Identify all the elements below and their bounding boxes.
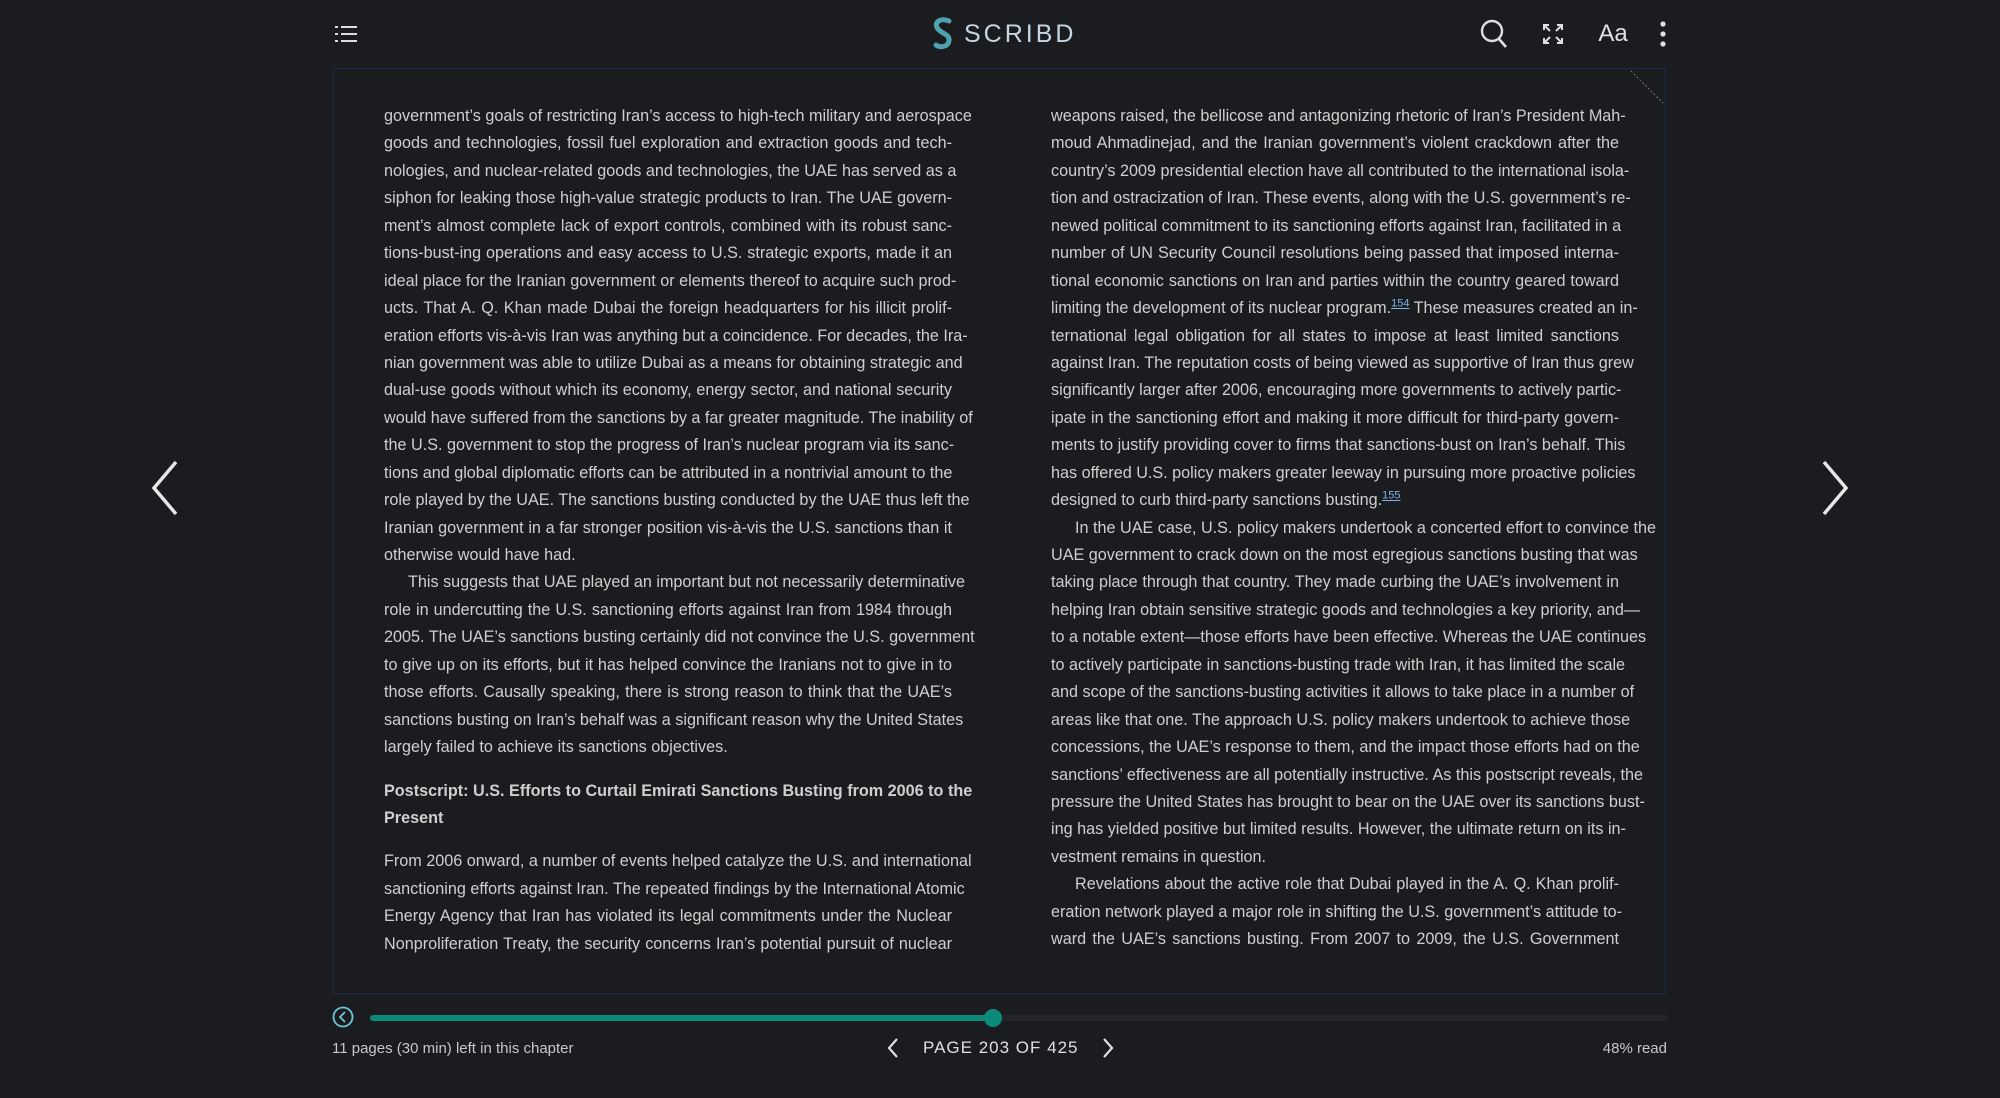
section-heading-line: Present (384, 808, 444, 827)
text-line: ipate in the sanctioning effort and maki… (1051, 408, 1619, 427)
fullscreen-button[interactable] (1542, 18, 1564, 50)
progress-handle[interactable] (984, 1009, 1003, 1027)
text-segment: limiting the development of its nuclear … (1051, 299, 1392, 318)
text-line: Energy Agency that Iran has violated its… (384, 907, 952, 926)
percent-read: 48% read (1602, 1040, 1667, 1057)
page-corner-fold[interactable] (1629, 69, 1665, 105)
more-options-button[interactable] (1656, 18, 1670, 50)
font-settings-button[interactable]: Aa (1598, 18, 1628, 50)
text-line: This suggests that UAE played an importa… (408, 573, 965, 592)
text-line: limiting the development of its nuclear … (1051, 295, 1638, 322)
text-line: to a notable extent—those efforts have b… (1051, 628, 1647, 647)
text-line: ing has yielded positive but limited res… (1051, 820, 1626, 839)
fullscreen-icon (1543, 24, 1563, 44)
progress-slider[interactable] (370, 1009, 1668, 1027)
text-line: nologies, and nuclear-related goods and … (384, 161, 957, 180)
text-line: Iranian government in a far stronger pos… (384, 518, 952, 537)
scribd-s-icon (933, 17, 952, 50)
section-heading-line: Postscript: U.S. Efforts to Curtail Emir… (384, 781, 973, 800)
back-to-location-button[interactable] (332, 1006, 354, 1028)
page-navigator: PAGE 203 OF 425 (885, 1037, 1116, 1059)
text-line: concessions, the UAE’s response to them,… (1051, 738, 1640, 757)
right-text-column: weapons raised, the bellicose and antago… (1051, 103, 1656, 954)
table-of-contents-icon[interactable] (335, 24, 357, 44)
text-line: government’s goals of restricting Iran’s… (384, 107, 972, 125)
text-line: areas like that one. The approach U.S. p… (1051, 710, 1631, 729)
text-line: ment’s almost complete lack of export co… (384, 216, 952, 235)
text-line: otherwise would have had. (384, 546, 576, 564)
text-line: ments to justify providing cover to firm… (1051, 436, 1626, 455)
text-line: to actively participate in sanctions-bus… (1051, 655, 1626, 674)
text-line: taking place through that country. They … (1051, 573, 1619, 592)
text-line: sanctioning efforts against Iran. The re… (384, 879, 965, 898)
text-line: dual-use goods without which its economy… (384, 381, 952, 400)
text-line: those efforts. Causally speaking, there … (384, 683, 952, 702)
text-line: In the UAE case, U.S. policy makers unde… (1075, 518, 1656, 537)
font-settings-icon: Aa (1598, 20, 1628, 47)
text-line: tion and ostracization of Iran. These ev… (1051, 189, 1631, 208)
text-line: ucts. That A. Q. Khan made Dubai the for… (384, 299, 952, 318)
text-line: From 2006 onward, a number of events hel… (384, 852, 972, 871)
left-text-column: government’s goals of restricting Iran’s… (384, 103, 975, 958)
footnote-link[interactable]: 154 (1391, 298, 1409, 310)
next-page-button[interactable] (1100, 1037, 1116, 1059)
text-line: moud Ahmadinejad, and the Iranian govern… (1051, 134, 1619, 153)
text-line: role in undercutting the U.S. sanctionin… (384, 600, 952, 619)
previous-page-arrow[interactable] (146, 458, 186, 518)
text-line: weapons raised, the bellicose and antago… (1051, 107, 1626, 125)
text-line: largely failed to achieve its sanctions … (384, 738, 728, 757)
text-line: has offered U.S. policy makers greater l… (1051, 463, 1636, 482)
text-line: country’s 2009 presidential election hav… (1051, 161, 1630, 180)
text-segment: These measures created an in- (1409, 299, 1638, 318)
text-line: eration efforts vis-à-vis Iran was anyth… (384, 326, 968, 345)
text-line: UAE government to crack down on the most… (1051, 546, 1638, 564)
chapter-remaining: 11 pages (30 min) left in this chapter (332, 1040, 574, 1057)
scribd-logo[interactable]: SCRIBD (930, 17, 1076, 51)
text-line: Nonproliferation Treaty, the security co… (384, 934, 952, 953)
search-icon (1480, 19, 1507, 48)
progress-fill (370, 1015, 994, 1021)
page-indicator: PAGE 203 OF 425 (923, 1038, 1079, 1057)
text-line: and scope of the sanctions-busting activ… (1051, 683, 1635, 702)
text-line: pressure the United States has brought t… (1051, 792, 1645, 811)
text-line: newed political commitment to its sancti… (1051, 216, 1622, 235)
next-page-arrow[interactable] (1814, 458, 1854, 518)
text-line: ideal place for the Iranian government o… (384, 271, 957, 290)
text-line: sanctions busting on Iran’s behalf was a… (384, 710, 964, 729)
text-line: designed to curb third-party sanctions b… (1051, 487, 1619, 514)
text-line: tions-bust-ing operations and easy acces… (384, 244, 952, 263)
text-line: the U.S. government to stop the progress… (384, 436, 955, 455)
text-line: role played by the UAE. The sanctions bu… (384, 491, 970, 510)
text-line: tional economic sanctions on Iran and pa… (1051, 271, 1619, 290)
prev-page-button[interactable] (885, 1037, 901, 1059)
text-line: ternational legal obligation for all sta… (1051, 326, 1619, 345)
text-line: 2005. The UAE’s sanctions busting certai… (384, 628, 975, 647)
text-segment: designed to curb third-party sanctions b… (1051, 491, 1383, 510)
text-line: number of UN Security Council resolution… (1051, 244, 1619, 263)
more-icon (1660, 21, 1666, 47)
text-line: Revelations about the active role that D… (1075, 875, 1619, 894)
footnote-link[interactable]: 155 (1382, 490, 1400, 502)
text-line: would have suffered from the sanctions b… (384, 408, 973, 427)
text-line: to give up on its efforts, but it has he… (384, 655, 952, 674)
text-line: ward the UAE’s sanctions busting. From 2… (1051, 930, 1619, 949)
text-line: against Iran. The reputation costs of be… (1051, 353, 1634, 372)
brand-name: SCRIBD (964, 19, 1077, 48)
top-bar: SCRIBD Aa (0, 0, 2000, 68)
search-button[interactable] (1478, 18, 1510, 50)
text-line: tions and global diplomatic efforts can … (384, 463, 953, 482)
text-line: nian government was able to utilize Duba… (384, 353, 963, 372)
reading-progress (332, 1005, 1668, 1031)
text-line: significantly larger after 2006, encoura… (1051, 381, 1622, 400)
text-line: sanctions’ effectiveness are all potenti… (1051, 765, 1644, 784)
text-line: eration network played a major role in s… (1051, 902, 1623, 921)
text-line: vestment remains in question. (1051, 847, 1267, 866)
text-line: helping Iran obtain sensitive strategic … (1051, 600, 1641, 619)
text-line: goods and technologies, fossil fuel expl… (384, 134, 952, 153)
text-line: siphon for leaking those high-value stra… (384, 189, 952, 208)
